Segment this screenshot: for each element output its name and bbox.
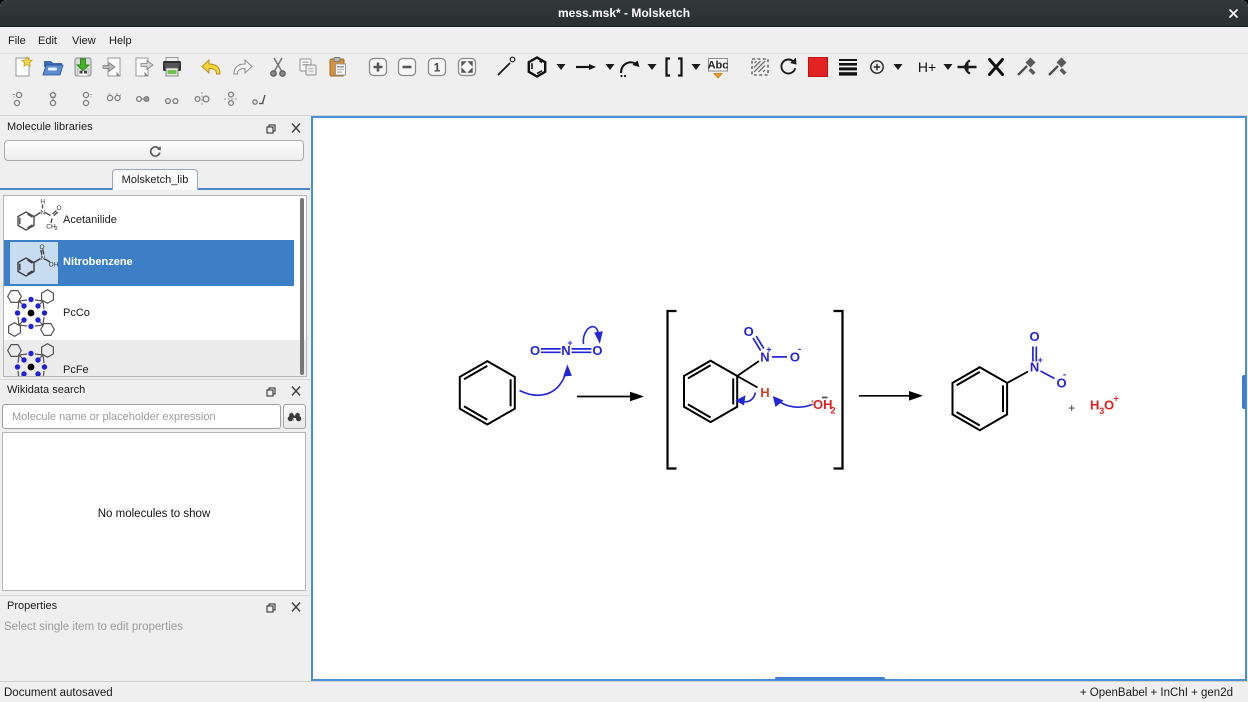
svg-text:O: O (39, 244, 44, 251)
svg-text:N: N (40, 210, 45, 217)
svg-text:+: + (567, 338, 572, 348)
svg-text:+: + (1038, 355, 1043, 365)
svg-text:O: O (592, 343, 602, 358)
svg-text:O: O (530, 343, 540, 358)
svg-text:H: H (40, 199, 45, 206)
svg-text:2: 2 (831, 406, 836, 416)
svg-text:Abc: Abc (708, 60, 729, 72)
svg-text:O: O (1030, 329, 1040, 344)
svg-text:N: N (41, 255, 46, 262)
svg-text:-: - (1063, 370, 1066, 381)
svg-text:1: 1 (434, 61, 441, 75)
svg-text:3: 3 (55, 226, 58, 232)
svg-text:OH: OH (49, 262, 58, 269)
svg-text:+: + (766, 345, 771, 355)
svg-text:H: H (760, 385, 769, 400)
svg-text:H+: H+ (918, 59, 936, 75)
svg-text:O: O (744, 324, 754, 339)
svg-text:H: H (1090, 398, 1099, 413)
svg-text:+: + (1114, 394, 1119, 404)
svg-text:O: O (56, 205, 61, 212)
svg-text:+: + (1068, 401, 1075, 415)
svg-text:-: - (798, 344, 801, 355)
